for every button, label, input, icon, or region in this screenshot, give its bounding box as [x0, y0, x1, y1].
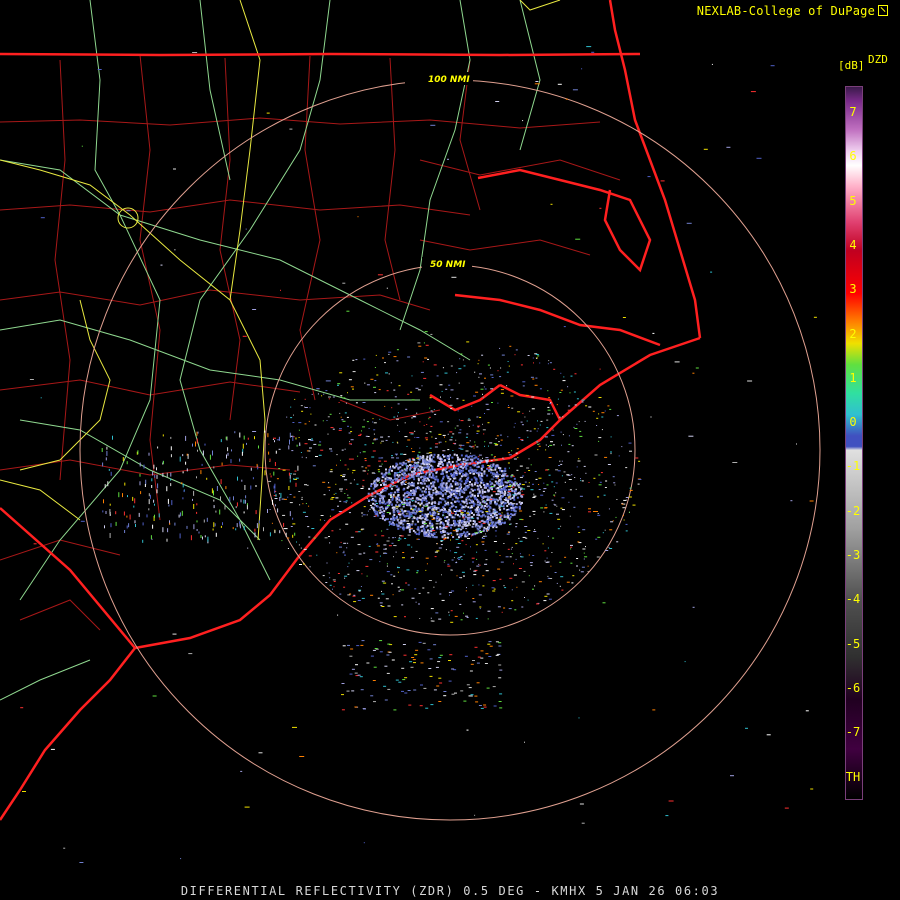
radar-map[interactable]: 100 NMI 50 NMI	[0, 0, 900, 900]
nexlab-logo-icon	[878, 5, 888, 16]
scale-tick: -7	[845, 725, 861, 740]
scale-title: [dB] DZD	[838, 54, 888, 72]
scale-tick: 1	[849, 370, 857, 385]
radar-echoes	[20, 46, 817, 863]
scale-tick: -6	[845, 680, 861, 695]
scale-unit: [dB]	[838, 59, 865, 72]
scale-tick: 5	[849, 193, 857, 208]
scale-tick: -2	[845, 503, 861, 518]
range-ring-label-100: 100 NMI	[428, 75, 470, 85]
range-ring-label-50: 50 NMI	[430, 260, 466, 270]
credit-label: NEXLAB-College of DuPage	[697, 4, 888, 18]
state-borders	[0, 0, 702, 821]
scale-tick: 3	[849, 282, 857, 297]
scale-tick: -3	[845, 548, 861, 562]
scale-tick: TH	[845, 769, 861, 784]
range-ring-100	[79, 79, 821, 821]
scale-tick: 0	[849, 415, 857, 430]
product-title: DIFFERENTIAL REFLECTIVITY (ZDR) 0.5 DEG …	[180, 884, 720, 898]
scale-tick: -4	[845, 592, 861, 607]
scale-tick: -1	[845, 459, 861, 474]
range-rings	[79, 79, 821, 821]
credit-text: NEXLAB-College of DuPage	[696, 4, 875, 18]
scale-tick: 2	[849, 326, 857, 341]
scale-tick: 7	[849, 105, 857, 119]
scale-product: DZD	[868, 53, 888, 66]
scale-tick: -5	[845, 636, 861, 651]
scale-tick: 6	[849, 149, 857, 164]
scale-tick: 4	[849, 237, 857, 252]
